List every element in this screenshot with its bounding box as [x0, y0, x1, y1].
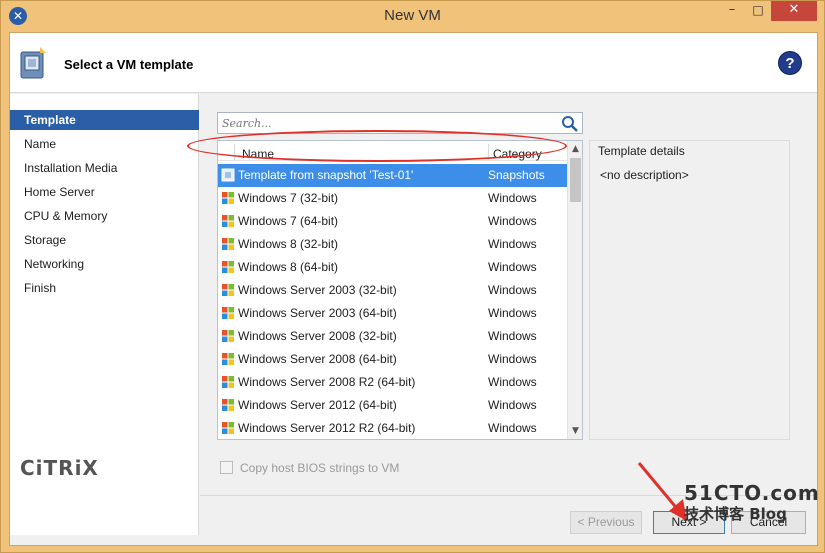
template-row[interactable]: Windows 7 (64-bit) Windows [218, 210, 567, 233]
step-storage[interactable]: Storage [10, 230, 199, 250]
template-name: Windows Server 2003 (32-bit) [238, 283, 397, 297]
windows-logo-icon [222, 192, 234, 204]
template-category: Windows [488, 237, 537, 251]
template-name: Windows 7 (64-bit) [238, 214, 339, 228]
step-finish[interactable]: Finish [10, 278, 199, 298]
column-divider[interactable] [234, 144, 235, 160]
windows-logo-icon [222, 376, 234, 388]
column-header-name[interactable]: Name [242, 147, 274, 161]
template-details-panel: Template details <no description> [589, 140, 790, 440]
windows-logo-icon [222, 307, 234, 319]
step-name[interactable]: Name [10, 134, 199, 154]
title-bar[interactable]: ✕ New VM – □ ✕ [1, 1, 824, 32]
windows-logo-icon [222, 422, 234, 434]
copy-bios-checkbox[interactable] [220, 461, 233, 474]
template-name: Template from snapshot 'Test-01' [238, 168, 414, 182]
new-vm-window: ✕ New VM – □ ✕ Select a VM template ? Te… [0, 0, 825, 553]
template-category: Windows [488, 283, 537, 297]
scroll-up-icon[interactable]: ▲ [568, 141, 582, 157]
windows-logo-icon [222, 238, 234, 250]
template-row[interactable]: Windows 8 (64-bit) Windows [218, 256, 567, 279]
windows-logo-icon [222, 215, 234, 227]
windows-logo-icon [222, 399, 234, 411]
list-header: Name Category [218, 141, 567, 161]
template-category: Windows [488, 375, 537, 389]
windows-logo-icon [222, 330, 234, 342]
template-row[interactable]: Windows 8 (32-bit) Windows [218, 233, 567, 256]
template-row[interactable]: Windows Server 2012 (64-bit) Windows [218, 394, 567, 417]
search-icon[interactable] [561, 115, 579, 133]
template-category: Windows [488, 352, 537, 366]
template-category: Snapshots [488, 168, 545, 182]
template-row[interactable]: Windows Server 2012 R2 (64-bit) Windows [218, 417, 567, 439]
template-name: Windows Server 2008 R2 (64-bit) [238, 375, 416, 389]
snapshot-template-icon [221, 168, 235, 182]
wizard-header: Select a VM template ? [10, 33, 817, 93]
step-cpu-memory[interactable]: CPU & Memory [10, 206, 199, 226]
column-header-category[interactable]: Category [493, 147, 542, 161]
copy-bios-label: Copy host BIOS strings to VM [240, 461, 400, 475]
cancel-button[interactable]: Cancel [731, 511, 806, 534]
windows-logo-icon [222, 261, 234, 273]
template-category: Windows [488, 191, 537, 205]
page-title: Select a VM template [64, 57, 194, 72]
template-name: Windows Server 2012 (64-bit) [238, 398, 397, 412]
template-list: Name Category Template from snapshot 'Te… [217, 140, 583, 440]
template-name: Windows 7 (32-bit) [238, 191, 339, 205]
template-category: Windows [488, 398, 537, 412]
minimize-button[interactable]: – [719, 1, 745, 21]
step-installation-media[interactable]: Installation Media [10, 158, 199, 178]
windows-logo-icon [222, 353, 234, 365]
dialog-body: Select a VM template ? Template Name Ins… [9, 32, 818, 546]
next-button[interactable]: Next > [653, 511, 725, 534]
help-icon[interactable]: ? [778, 51, 802, 75]
step-networking[interactable]: Networking [10, 254, 199, 274]
list-scrollbar[interactable]: ▲ ▼ [567, 141, 582, 439]
template-name: Windows Server 2012 R2 (64-bit) [238, 421, 416, 435]
template-row[interactable]: Windows Server 2008 R2 (64-bit) Windows [218, 371, 567, 394]
template-name: Windows Server 2003 (64-bit) [238, 306, 397, 320]
details-description: <no description> [600, 168, 689, 182]
column-divider[interactable] [488, 144, 489, 160]
windows-logo-icon [222, 284, 234, 296]
search-input[interactable] [218, 113, 558, 133]
template-row[interactable]: Windows 7 (32-bit) Windows [218, 187, 567, 210]
template-row[interactable]: Windows Server 2003 (32-bit) Windows [218, 279, 567, 302]
template-category: Windows [488, 329, 537, 343]
wizard-steps-sidebar: Template Name Installation Media Home Se… [10, 94, 199, 535]
template-row[interactable]: Windows Server 2008 (64-bit) Windows [218, 348, 567, 371]
search-box [217, 112, 583, 134]
template-category: Windows [488, 306, 537, 320]
template-name: Windows 8 (32-bit) [238, 237, 339, 251]
vm-template-icon [20, 47, 46, 79]
template-row[interactable]: Template from snapshot 'Test-01' Snapshot… [218, 164, 567, 187]
template-category: Windows [488, 214, 537, 228]
template-row[interactable]: Windows Server 2008 (32-bit) Windows [218, 325, 567, 348]
close-button[interactable]: ✕ [771, 1, 817, 21]
template-category: Windows [488, 421, 537, 435]
template-rows: Template from snapshot 'Test-01' Snapshot… [218, 164, 567, 439]
scroll-thumb[interactable] [570, 158, 581, 202]
template-name: Windows Server 2008 (32-bit) [238, 329, 397, 343]
step-home-server[interactable]: Home Server [10, 182, 199, 202]
template-category: Windows [488, 260, 537, 274]
citrix-logo: CiTRiX [20, 456, 99, 480]
footer-divider [200, 495, 817, 496]
previous-button[interactable]: < Previous [570, 511, 642, 534]
maximize-button[interactable]: □ [745, 1, 771, 21]
scroll-down-icon[interactable]: ▼ [568, 423, 582, 439]
template-name: Windows Server 2008 (64-bit) [238, 352, 397, 366]
step-template[interactable]: Template [10, 110, 199, 130]
window-title: New VM [384, 7, 441, 24]
template-row[interactable]: Windows Server 2003 (64-bit) Windows [218, 302, 567, 325]
template-name: Windows 8 (64-bit) [238, 260, 339, 274]
details-title: Template details [598, 144, 685, 158]
